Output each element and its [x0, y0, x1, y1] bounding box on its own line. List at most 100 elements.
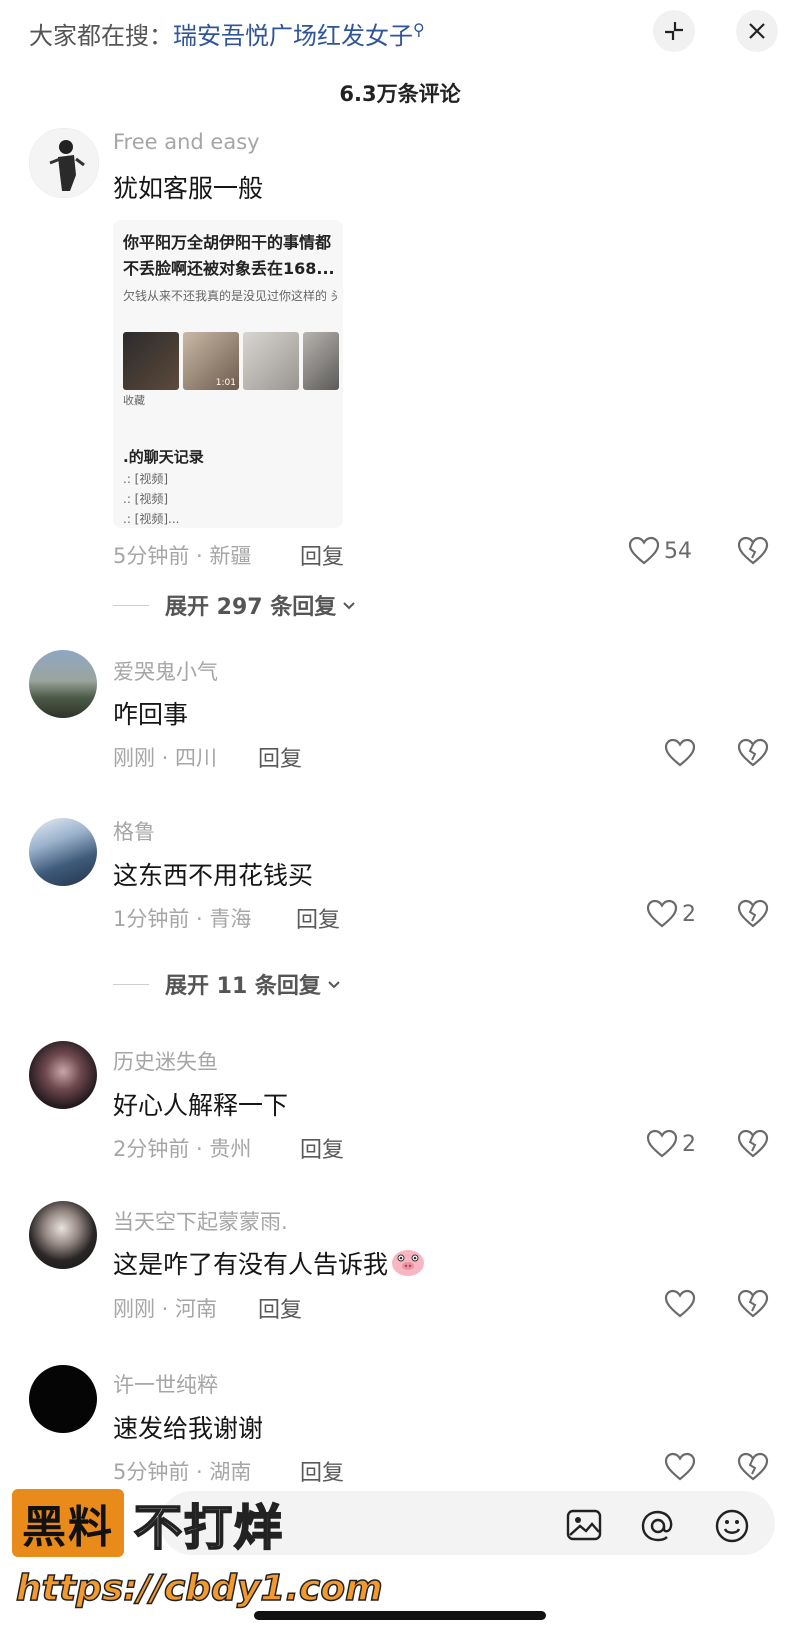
heart-icon: [646, 899, 678, 928]
expand-replies-button[interactable]: 展开 297 条回复: [113, 589, 358, 621]
like-button[interactable]: [664, 738, 696, 768]
like-button[interactable]: [664, 1452, 696, 1482]
chat-record-line: .: [视频]: [123, 472, 169, 486]
like-button[interactable]: 2: [646, 1129, 696, 1159]
comment-meta: 5分钟前 · 湖南: [113, 1460, 252, 1484]
dislike-button[interactable]: [737, 1129, 769, 1163]
thumbnail: [123, 332, 179, 390]
home-indicator[interactable]: [254, 1611, 546, 1620]
attachment-title: 你平阳万全胡伊阳干的事情都不丢脸啊还被对象丢在168...: [123, 233, 335, 278]
emoji-button[interactable]: [714, 1508, 750, 1548]
avatar[interactable]: [29, 1201, 97, 1269]
collapse-button[interactable]: [653, 10, 695, 52]
divider: [113, 983, 149, 985]
comment-text: 速发给我谢谢: [113, 1414, 264, 1443]
attachment-preview: 欠钱从来不还我真的是没见过你这样的 头发染得跟个火龙果一样 大妈,...: [123, 289, 337, 303]
video-duration: 1:01: [215, 378, 236, 388]
comment-text: 这东西不用花钱买: [113, 861, 314, 890]
reply-button[interactable]: 回复: [258, 741, 302, 773]
comment-meta: 5分钟前 · 新疆: [113, 544, 252, 568]
search-icon: ⚲: [413, 20, 425, 39]
image-icon: [566, 1509, 602, 1541]
heart-icon: [664, 1289, 696, 1318]
dislike-button[interactable]: [737, 738, 769, 772]
broken-heart-icon: [737, 1129, 769, 1158]
dislike-button[interactable]: [737, 1452, 769, 1486]
like-count: 2: [682, 1131, 696, 1157]
broken-heart-icon: [737, 899, 769, 928]
comment-text: 犹如客服一般: [113, 174, 264, 203]
thumbnail: [303, 332, 339, 390]
comment-meta: 刚刚 · 四川: [113, 746, 218, 770]
dislike-button[interactable]: [737, 1289, 769, 1323]
collapse-icon: [665, 22, 683, 40]
search-suggestion-keyword[interactable]: 瑞安吾悦广场红发女子: [173, 22, 413, 50]
heart-icon: [628, 536, 660, 565]
heart-icon: [646, 1129, 678, 1158]
dislike-button[interactable]: [737, 536, 769, 570]
comment-username[interactable]: 格鲁: [113, 816, 155, 846]
comment-meta: 刚刚 · 河南: [113, 1297, 218, 1321]
smiley-icon: [715, 1509, 749, 1543]
search-suggestion-prefix: 大家都在搜：: [29, 22, 173, 50]
at-icon: [641, 1510, 673, 1542]
comment-username[interactable]: 许一世纯粹: [113, 1369, 218, 1399]
like-count: 54: [664, 538, 692, 564]
divider: [113, 604, 149, 606]
comment-text: 这是咋了有没有人告诉我: [113, 1245, 426, 1283]
broken-heart-icon: [737, 1452, 769, 1481]
expand-replies-label: 展开 11 条回复: [165, 974, 321, 999]
watermark-box-text: 黑料: [12, 1489, 124, 1557]
chat-record-attachment[interactable]: 你平阳万全胡伊阳干的事情都不丢脸啊还被对象丢在168... 欠钱从来不还我真的是…: [113, 220, 343, 528]
avatar[interactable]: [29, 818, 97, 886]
comment-meta: 2分钟前 · 贵州: [113, 1137, 252, 1161]
like-button[interactable]: 54: [628, 536, 692, 566]
close-button[interactable]: [736, 10, 778, 52]
favorite-label: 收藏: [123, 394, 145, 407]
comment-username[interactable]: 当天空下起蒙蒙雨.: [113, 1206, 288, 1236]
avatar[interactable]: [29, 128, 99, 198]
comment-meta: 1分钟前 · 青海: [113, 907, 252, 931]
like-button[interactable]: [664, 1289, 696, 1319]
search-suggestion[interactable]: 大家都在搜：瑞安吾悦广场红发女子⚲: [29, 16, 425, 51]
reply-button[interactable]: 回复: [296, 902, 340, 934]
chat-record-line: .: [视频]...: [123, 512, 180, 526]
comment-text: 好心人解释一下: [113, 1091, 289, 1120]
close-icon: [749, 23, 765, 39]
expand-replies-button[interactable]: 展开 11 条回复: [113, 968, 343, 1000]
broken-heart-icon: [737, 1289, 769, 1318]
thumbnail: [243, 332, 299, 390]
image-button[interactable]: [566, 1508, 602, 1546]
chevron-down-icon: [343, 602, 355, 610]
comment-username[interactable]: Free and easy: [113, 130, 260, 154]
avatar[interactable]: [29, 1041, 97, 1109]
broken-heart-icon: [737, 536, 769, 565]
top-bar: 大家都在搜：瑞安吾悦广场红发女子⚲: [0, 0, 800, 70]
avatar[interactable]: [29, 650, 97, 718]
reply-button[interactable]: 回复: [300, 1455, 344, 1487]
comment-username[interactable]: 爱哭鬼小气: [113, 656, 218, 686]
reply-button[interactable]: 回复: [258, 1292, 302, 1324]
comment-text: 咋回事: [113, 700, 189, 729]
watermark-logo: 黑料 不打烊: [12, 1488, 284, 1558]
avatar[interactable]: [29, 1365, 97, 1433]
dislike-button[interactable]: [737, 899, 769, 933]
reply-button[interactable]: 回复: [300, 539, 344, 571]
like-button[interactable]: 2: [646, 899, 696, 929]
comment-text-content: 这是咋了有没有人告诉我: [113, 1250, 389, 1279]
attachment-thumbnails: 1:01: [123, 332, 339, 390]
comment-count: 6.3万条评论: [339, 82, 461, 106]
expand-replies-label: 展开 297 条回复: [165, 595, 337, 620]
reply-button[interactable]: 回复: [300, 1132, 344, 1164]
chat-record-line: .: [视频]: [123, 492, 169, 506]
watermark-url: https://cbdy1.com: [15, 1567, 383, 1610]
mention-button[interactable]: [640, 1508, 676, 1548]
watermark-text: 不打烊: [133, 1499, 285, 1557]
pig-face-emoji-icon: [390, 1247, 426, 1283]
comment-username[interactable]: 历史迷失鱼: [113, 1046, 218, 1076]
heart-icon: [664, 1452, 696, 1481]
chevron-down-icon: [328, 981, 340, 989]
broken-heart-icon: [737, 738, 769, 767]
video-thumbnail: 1:01: [183, 332, 239, 390]
like-count: 2: [682, 901, 696, 927]
